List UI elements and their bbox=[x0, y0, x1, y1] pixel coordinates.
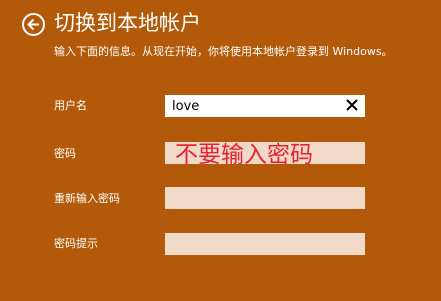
back-arrow-icon bbox=[27, 18, 39, 31]
page-title: 切换到本地帐户 bbox=[54, 11, 201, 35]
back-button[interactable] bbox=[22, 13, 45, 36]
clear-username-button[interactable] bbox=[344, 97, 360, 113]
close-icon bbox=[346, 99, 358, 111]
confirm-password-label: 重新输入密码 bbox=[54, 192, 120, 205]
username-label: 用户名 bbox=[54, 99, 87, 112]
password-input[interactable] bbox=[165, 142, 365, 164]
password-hint-input[interactable] bbox=[165, 233, 365, 255]
page-description: 输入下面的信息。从现在开始，你将使用本地帐户登录到 Windows。 bbox=[54, 45, 393, 58]
password-label: 密码 bbox=[54, 147, 76, 160]
confirm-password-input[interactable] bbox=[165, 187, 365, 209]
username-input[interactable] bbox=[165, 95, 365, 117]
password-hint-label: 密码提示 bbox=[54, 237, 98, 250]
